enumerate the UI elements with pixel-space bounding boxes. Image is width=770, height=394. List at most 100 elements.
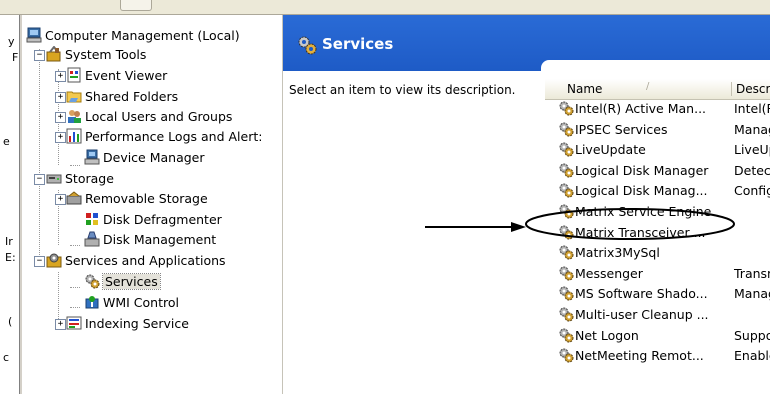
service-row[interactable]: MS Software Shado... Manag bbox=[558, 283, 770, 304]
service-name: Logical Disk Manag... bbox=[575, 183, 708, 199]
storage-icon bbox=[46, 174, 62, 184]
tree-item-computer-management[interactable]: Computer Management (Local) bbox=[26, 27, 240, 45]
service-name: Logical Disk Manager bbox=[575, 162, 709, 178]
expand-icon[interactable]: + bbox=[55, 71, 66, 82]
tree-label: Disk Management bbox=[103, 232, 217, 247]
tree-item-indexing-service[interactable]: Indexing Service bbox=[66, 315, 189, 333]
expand-icon[interactable]: + bbox=[55, 132, 66, 143]
expand-icon[interactable]: + bbox=[55, 112, 66, 123]
fragment-text: E: bbox=[5, 251, 16, 264]
gear-icon bbox=[559, 142, 574, 157]
gear-icon bbox=[559, 328, 574, 343]
service-row[interactable]: Messenger Transm bbox=[558, 263, 770, 284]
service-name: Multi-user Cleanup ... bbox=[575, 307, 709, 322]
service-row[interactable]: Logical Disk Manag... Config bbox=[558, 180, 770, 201]
gear-icon bbox=[559, 245, 574, 260]
tree-item-performance-logs[interactable]: Performance Logs and Alert: bbox=[66, 128, 262, 146]
tree-line bbox=[70, 287, 80, 288]
window-top-edge bbox=[0, 0, 770, 15]
tree-label: Services and Applications bbox=[65, 253, 226, 268]
service-row[interactable]: Multi-user Cleanup ... bbox=[558, 304, 770, 325]
gear-icon bbox=[559, 101, 574, 116]
tree-item-removable-storage[interactable]: Removable Storage bbox=[66, 190, 208, 208]
fragment-text: Ir bbox=[5, 235, 13, 248]
gear-icon bbox=[559, 286, 574, 301]
service-name: LiveUpdate bbox=[575, 142, 646, 158]
tree-item-wmi-control[interactable]: WMI Control bbox=[84, 294, 179, 312]
tree-label: Services bbox=[102, 273, 161, 290]
tree-label: Storage bbox=[65, 171, 114, 186]
defragmenter-icon bbox=[86, 213, 98, 225]
column-description[interactable]: Descri bbox=[736, 82, 770, 96]
service-description: Config bbox=[734, 183, 770, 199]
gear-icon bbox=[559, 204, 574, 219]
event-viewer-icon bbox=[67, 67, 81, 83]
tree-item-services-and-applications[interactable]: Services and Applications bbox=[46, 252, 226, 270]
service-name: IPSEC Services bbox=[575, 121, 668, 137]
tree-item-local-users[interactable]: Local Users and Groups bbox=[66, 108, 232, 126]
wmi-icon bbox=[85, 296, 99, 309]
service-description: Suppor bbox=[734, 327, 770, 343]
tree-label: Local Users and Groups bbox=[85, 109, 233, 124]
folder-icon bbox=[66, 91, 82, 103]
gear-icon bbox=[298, 36, 317, 55]
tree-line bbox=[39, 49, 40, 267]
service-row[interactable]: LiveUpdate LiveUp bbox=[558, 139, 770, 160]
header-notch bbox=[541, 60, 770, 74]
service-row[interactable]: NetMeeting Remot... Enable bbox=[558, 345, 770, 366]
gear-icon bbox=[559, 307, 574, 322]
gear-icon bbox=[559, 348, 574, 363]
column-header-bar: Name / Descri bbox=[545, 79, 770, 100]
expand-icon[interactable]: + bbox=[55, 92, 66, 103]
tree-line bbox=[70, 307, 80, 308]
service-name: Matrix3MySql bbox=[575, 245, 660, 261]
tree-item-disk-management[interactable]: Disk Management bbox=[84, 231, 216, 249]
pane-title: Services bbox=[322, 35, 394, 53]
tree-item-event-viewer[interactable]: Event Viewer bbox=[66, 67, 167, 85]
column-name[interactable]: Name bbox=[567, 82, 602, 96]
tree-label: WMI Control bbox=[103, 295, 179, 310]
tree-item-system-tools[interactable]: System Tools bbox=[46, 46, 146, 64]
tree-item-shared-folders[interactable]: Shared Folders bbox=[66, 88, 178, 106]
computer-icon bbox=[26, 27, 42, 43]
service-name: Intel(R) Active Man... bbox=[575, 101, 707, 116]
service-name: NetMeeting Remot... bbox=[575, 348, 704, 364]
console-tree[interactable]: Computer Management (Local) − System Too… bbox=[22, 15, 283, 394]
tree-label: System Tools bbox=[65, 47, 147, 62]
tree-item-disk-defragmenter[interactable]: Disk Defragmenter bbox=[84, 211, 222, 229]
expand-icon[interactable]: + bbox=[55, 194, 66, 205]
tree-label: Shared Folders bbox=[85, 89, 179, 104]
tree-item-services[interactable]: Services bbox=[84, 273, 161, 291]
tree-label: Disk Defragmenter bbox=[103, 212, 222, 227]
service-row[interactable]: Matrix Transceiver ... bbox=[558, 222, 770, 243]
collapse-icon[interactable]: − bbox=[34, 174, 45, 185]
service-row[interactable]: Matrix Service Engine bbox=[558, 201, 770, 222]
gear-icon bbox=[559, 122, 574, 137]
service-name: Matrix Transceiver ... bbox=[575, 224, 706, 240]
service-row[interactable]: Logical Disk Manager Detect bbox=[558, 160, 770, 181]
fragment-text: ( bbox=[8, 315, 13, 328]
gear-icon bbox=[85, 274, 100, 289]
fragment-text: y bbox=[8, 35, 15, 48]
fragment-text: e bbox=[3, 135, 10, 148]
service-row[interactable]: Matrix3MySql bbox=[558, 242, 770, 263]
service-description: Manag bbox=[734, 121, 770, 137]
service-row[interactable]: IPSEC Services Manag bbox=[558, 119, 770, 140]
column-separator[interactable] bbox=[731, 82, 732, 96]
service-row[interactable]: Intel(R) Active Man... Intel(R bbox=[558, 98, 770, 119]
tree-line bbox=[70, 245, 80, 246]
expand-icon[interactable]: + bbox=[55, 319, 66, 330]
service-name: MS Software Shado... bbox=[575, 286, 708, 302]
background-window-fragment: y F e Ir E: ( c bbox=[0, 15, 19, 394]
device-manager-icon bbox=[84, 149, 100, 165]
tree-item-device-manager[interactable]: Device Manager bbox=[84, 149, 205, 167]
collapse-icon[interactable]: − bbox=[34, 50, 45, 61]
tab-stub bbox=[120, 0, 152, 11]
service-description: Intel(R bbox=[734, 101, 770, 116]
collapse-icon[interactable]: − bbox=[34, 256, 45, 267]
tree-label: Removable Storage bbox=[85, 191, 208, 206]
service-description: Enable bbox=[734, 348, 770, 364]
tree-item-storage[interactable]: Storage bbox=[46, 170, 114, 188]
gear-icon bbox=[559, 266, 574, 281]
service-row[interactable]: Net Logon Suppor bbox=[558, 325, 770, 346]
